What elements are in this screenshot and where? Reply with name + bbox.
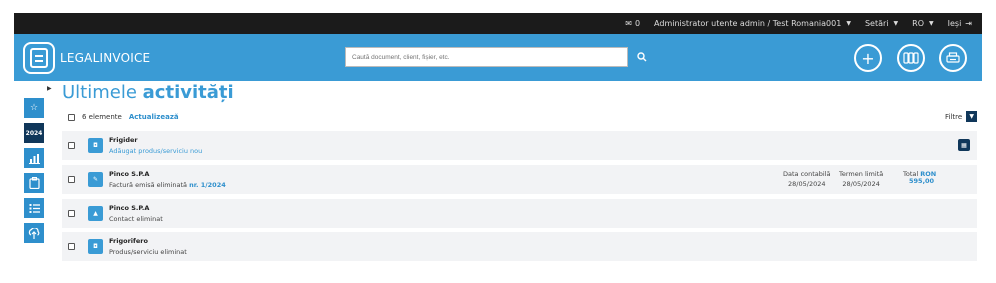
mail-icon: ✉ bbox=[625, 19, 632, 28]
app-header: LEGALINVOICE + bbox=[14, 34, 982, 81]
row-title: Pinco S.P.A bbox=[109, 204, 150, 212]
accounting-date-value: 28/05/2024 bbox=[788, 180, 826, 188]
calculator-icon bbox=[903, 52, 919, 64]
messages-count: 0 bbox=[634, 19, 641, 28]
messages-link[interactable]: ✉ 0 bbox=[625, 19, 640, 28]
caret-down-icon: ▼ bbox=[846, 20, 851, 27]
box-icon: ◘ bbox=[88, 239, 103, 254]
list-item[interactable]: ✎ Pinco S.P.A Factură emisă eliminată nr… bbox=[62, 165, 977, 194]
row-checkbox[interactable] bbox=[68, 210, 75, 217]
sidebar-item-upload[interactable] bbox=[24, 223, 44, 243]
cloud-upload-icon bbox=[28, 227, 40, 239]
due-date-value: 28/05/2024 bbox=[842, 180, 880, 188]
settings-menu[interactable]: Setări ▼ bbox=[865, 19, 898, 28]
print-button[interactable] bbox=[939, 44, 967, 72]
sidebar-item-favorites[interactable]: ☆ bbox=[24, 98, 44, 118]
page-title: Ultimele activități bbox=[62, 82, 234, 103]
plus-icon: + bbox=[861, 48, 875, 68]
sidebar-item-lists[interactable] bbox=[24, 198, 44, 218]
top-bar: ✉ 0 Administrator utente admin / Test Ro… bbox=[14, 13, 982, 34]
item-count: 6 elemente bbox=[82, 113, 122, 121]
list-item[interactable]: ▲ Pinco S.P.A Contact eliminat bbox=[62, 199, 977, 228]
funnel-icon: ▼ bbox=[966, 111, 978, 122]
accounting-date: Data contabilă 28/05/2024 bbox=[783, 169, 831, 189]
sidebar-item-reports[interactable] bbox=[24, 148, 44, 168]
row-title: Pinco S.P.A bbox=[109, 170, 150, 178]
refresh-link[interactable]: Actualizează bbox=[129, 113, 179, 121]
invoice-icon: ✎ bbox=[88, 172, 103, 187]
logout-link[interactable]: Ieși ⇥ bbox=[948, 19, 972, 28]
filter-control[interactable]: Filtre ▼ bbox=[945, 111, 978, 122]
list-icon bbox=[29, 203, 40, 213]
star-icon: ☆ bbox=[29, 103, 39, 113]
add-button[interactable]: + bbox=[854, 44, 882, 72]
row-title: Frigider bbox=[109, 136, 138, 144]
clipboard-icon bbox=[28, 177, 40, 189]
list-item[interactable]: ◘ Frigorifero Produs/serviciu eliminat bbox=[62, 232, 977, 261]
sidebar-year-label: 2024 bbox=[25, 129, 43, 137]
total-amount: Total RON 595,00 bbox=[903, 171, 936, 185]
receipt-icon bbox=[30, 47, 48, 68]
row-checkbox[interactable] bbox=[68, 243, 75, 250]
row-checkbox[interactable] bbox=[68, 176, 75, 183]
row-checkbox[interactable] bbox=[68, 142, 75, 149]
accounting-date-label: Data contabilă bbox=[783, 170, 831, 178]
row-title: Frigorifero bbox=[109, 237, 148, 245]
search-input[interactable] bbox=[345, 47, 628, 67]
select-all-checkbox[interactable] bbox=[68, 113, 75, 121]
calculator-button[interactable] bbox=[897, 44, 925, 72]
caret-down-icon: ▼ bbox=[893, 20, 899, 27]
printer-icon bbox=[946, 52, 960, 63]
invoice-number-link[interactable]: nr. 1/2024 bbox=[189, 181, 226, 189]
contact-icon: ▲ bbox=[88, 206, 103, 221]
sidebar-item-documents[interactable] bbox=[24, 173, 44, 193]
calculator-icon: ▦ bbox=[961, 141, 967, 149]
row-subtitle: Factură emisă eliminată nr. 1/2024 bbox=[109, 181, 226, 189]
due-date: Termen limită 28/05/2024 bbox=[839, 169, 883, 189]
box-icon: ◘ bbox=[88, 138, 103, 153]
sidebar: ☆ 2024 bbox=[24, 98, 44, 248]
logout-icon: ⇥ bbox=[965, 19, 972, 28]
sidebar-toggle-icon[interactable]: ▶ bbox=[47, 85, 52, 92]
list-item[interactable]: ◘ Frigider Adăugat produs/serviciu nou ▦ bbox=[62, 131, 977, 160]
list-toolbar: 6 elemente Actualizează bbox=[68, 112, 179, 122]
row-subtitle: Contact eliminat bbox=[109, 215, 163, 223]
user-menu[interactable]: Administrator utente admin / Test Romani… bbox=[654, 19, 851, 28]
user-menu-label: Administrator utente admin / Test Romani… bbox=[654, 19, 842, 28]
row-subtitle[interactable]: Adăugat produs/serviciu nou bbox=[109, 147, 202, 155]
search-button[interactable] bbox=[634, 48, 650, 66]
bar-chart-icon bbox=[28, 153, 40, 164]
settings-menu-label: Setări bbox=[864, 19, 889, 28]
total-value: 595,00 bbox=[909, 177, 935, 185]
language-menu[interactable]: RO ▼ bbox=[912, 19, 933, 28]
search-icon bbox=[637, 52, 647, 62]
caret-down-icon: ▼ bbox=[929, 20, 934, 27]
logout-label: Ieși bbox=[947, 19, 962, 28]
row-subtitle: Produs/serviciu eliminat bbox=[109, 248, 187, 256]
row-action-button[interactable]: ▦ bbox=[958, 139, 970, 151]
sidebar-item-year[interactable]: 2024 bbox=[24, 123, 44, 143]
page-title-bold: activități bbox=[142, 82, 234, 103]
row-subtitle-text: Factură emisă eliminată bbox=[109, 181, 188, 189]
brand-name: LEGALINVOICE bbox=[60, 50, 151, 65]
language-menu-label: RO bbox=[912, 19, 924, 28]
filter-label: Filtre bbox=[945, 112, 963, 121]
logo[interactable] bbox=[23, 41, 55, 74]
due-date-label: Termen limită bbox=[839, 170, 884, 178]
page-title-light: Ultimele bbox=[62, 82, 137, 103]
